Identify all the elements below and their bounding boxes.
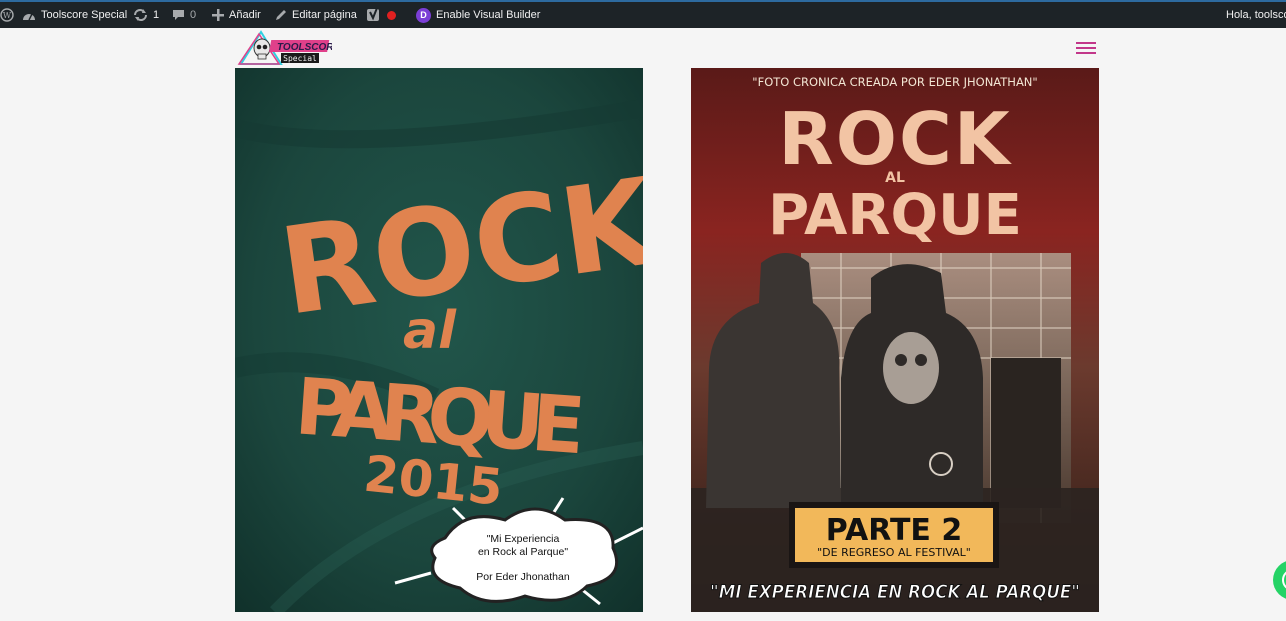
site-name-label: Toolscore Special xyxy=(41,9,128,21)
poster-right-bottom-title: "MI EXPERIENCIA EN ROCK AL PARQUE" xyxy=(710,581,1080,603)
bubble-line-2: en Rock al Parque" xyxy=(478,546,568,558)
comments-count: 0 xyxy=(190,9,197,21)
poster-right-credit: "FOTO CRONICA CREADA POR EDER JHONATHAN" xyxy=(752,75,1037,89)
parte-2-label: PARTE 2 "DE REGRESO AL FESTIVAL" xyxy=(789,502,999,568)
poster-left-title-al: al xyxy=(403,301,457,361)
poster-right-title-rock: ROCK xyxy=(778,97,1011,181)
comments-link[interactable]: 0 xyxy=(172,2,196,28)
parte-2-subtitle: "DE REGRESO AL FESTIVAL" xyxy=(817,546,971,559)
logo-text-sub: Special xyxy=(283,54,317,63)
visual-builder-link[interactable]: D Enable Visual Builder xyxy=(416,2,540,28)
hamburger-icon xyxy=(1076,42,1096,44)
visual-builder-label: Enable Visual Builder xyxy=(436,9,541,21)
logo-text-main: TOOLSCORE xyxy=(277,42,332,53)
edit-page-link[interactable]: Editar página xyxy=(275,2,357,28)
site-name-link[interactable]: Toolscore Special xyxy=(22,2,127,28)
wordpress-logo-icon[interactable]: W xyxy=(0,2,14,28)
menu-toggle-button[interactable] xyxy=(1076,42,1096,55)
edit-page-label: Editar página xyxy=(292,9,357,21)
whatsapp-chat-button[interactable] xyxy=(1273,560,1286,600)
svg-text:W: W xyxy=(3,11,12,20)
greeting-label: Hola, toolsco xyxy=(1226,9,1286,21)
site-logo[interactable]: TOOLSCORE Special xyxy=(237,30,340,66)
pencil-icon xyxy=(276,10,286,20)
seo-status-dot xyxy=(387,10,396,20)
plus-icon xyxy=(212,9,224,21)
poster-rock-al-parque-parte-2[interactable]: "FOTO CRONICA CREADA POR EDER JHONATHAN"… xyxy=(691,68,1099,612)
add-new-label: Añadir xyxy=(229,9,261,21)
divi-icon: D xyxy=(416,7,431,23)
parte-2-title: PARTE 2 xyxy=(826,513,962,548)
wp-admin-bar: W Toolscore Special 1 0 Añadir Editar pá… xyxy=(0,0,1286,28)
dashboard-icon xyxy=(23,13,35,21)
whatsapp-icon xyxy=(1282,571,1286,589)
updates-count: 1 xyxy=(153,9,160,21)
poster-right-title-parque: PARQUE xyxy=(768,183,1022,248)
yoast-icon xyxy=(367,8,379,21)
updates-link[interactable]: 1 xyxy=(133,2,159,28)
poster-rock-al-parque-2015[interactable]: ROCK al PARQUE 2015 "Mi Experiencia en R… xyxy=(235,68,643,612)
user-greeting[interactable]: Hola, toolsco xyxy=(1226,2,1286,28)
bubble-line-1: "Mi Experiencia xyxy=(487,533,560,545)
add-new-link[interactable]: Añadir xyxy=(212,2,261,28)
updates-icon xyxy=(134,9,147,21)
yoast-seo-link[interactable] xyxy=(367,2,396,28)
bubble-line-3: Por Eder Jhonathan xyxy=(476,571,570,583)
skull-print-icon xyxy=(883,332,939,404)
comment-icon xyxy=(173,10,184,20)
skull-icon xyxy=(253,38,271,60)
